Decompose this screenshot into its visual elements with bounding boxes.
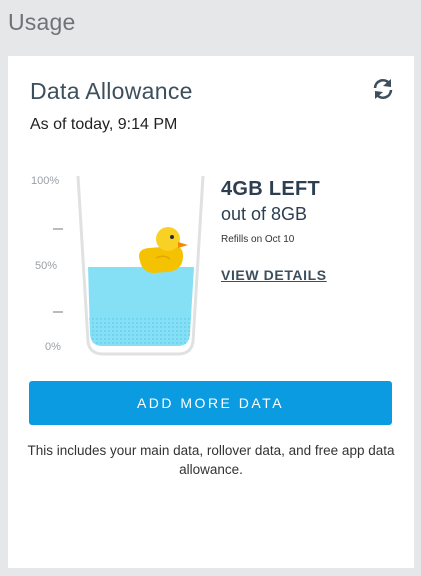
data-allowance-card: Data Allowance As of today, 9:14 PM 100%…	[8, 56, 414, 568]
water-bubbles	[89, 316, 192, 346]
refresh-icon[interactable]	[370, 76, 396, 102]
allowance-note: This includes your main data, rollover d…	[27, 443, 395, 477]
as-of-timestamp: As of today, 9:14 PM	[30, 116, 178, 133]
data-total: out of 8GB	[221, 204, 308, 224]
card-title: Data Allowance	[30, 78, 193, 104]
glass-graphic	[53, 175, 205, 356]
refill-date: Refills on Oct 10	[221, 234, 295, 245]
usage-info: 4GB LEFT out of 8GB Refills on Oct 10 VI…	[221, 178, 327, 285]
duck-icon	[139, 227, 188, 273]
section-title: Usage	[8, 9, 76, 35]
add-more-data-button[interactable]: ADD MORE DATA	[29, 381, 392, 425]
data-left: 4GB LEFT	[221, 178, 321, 200]
view-details-link[interactable]: VIEW DETAILS	[221, 267, 327, 283]
data-gauge: 100% 50% 0%	[8, 166, 208, 356]
